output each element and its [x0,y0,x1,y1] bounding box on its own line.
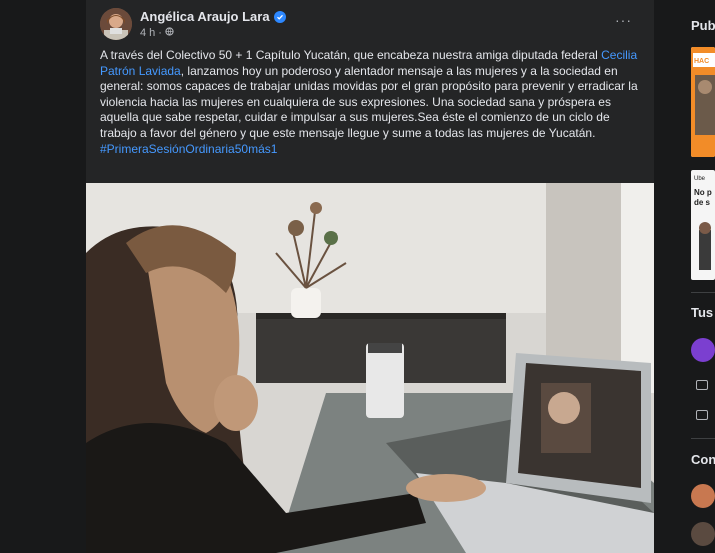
notification-icon[interactable] [696,410,708,420]
facebook-feed: Angélica Araujo Lara 4 h · ··· A través … [0,0,715,553]
author-name[interactable]: Angélica Araujo Lara [140,9,270,24]
hashtag-link[interactable]: #PrimeraSesiónOrdinaria50más1 [100,142,277,156]
birthdays-title: Tus [691,305,714,320]
author-name-row: Angélica Araujo Lara [140,9,286,24]
post-card: Angélica Araujo Lara 4 h · ··· A través … [86,0,654,553]
sponsored-ad-2[interactable]: Ube No p de s [691,170,715,280]
sidebar-divider-2 [691,438,715,439]
contacts-title: Con [691,452,715,467]
page-avatar[interactable] [691,338,715,362]
right-sidebar: Pub HAC Ube No p de s Tus Con [686,0,715,553]
post-meta: 4 h · [140,27,174,39]
sponsored-title: Pub [691,18,715,33]
author-avatar[interactable] [100,8,132,40]
post-time[interactable]: 4 h [140,27,155,39]
post-header: Angélica Araujo Lara 4 h · ··· [100,8,640,40]
verified-badge-icon [273,10,286,23]
megaphone-icon[interactable] [696,380,708,390]
ad2-line-2: No p [694,188,712,197]
globe-icon [165,27,174,39]
more-options-icon[interactable]: ··· [615,12,632,28]
ad1-label: HAC [694,58,709,65]
contact-avatar[interactable] [691,484,715,508]
ad2-line-1: Ube [694,176,706,182]
post-body-intro: A través del Colectivo 50 + 1 Capítulo Y… [100,48,602,62]
sponsored-ad-1[interactable]: HAC [691,47,715,157]
post-body-rest: , lanzamos hoy un poderoso y alentador m… [100,63,638,140]
post-body: A través del Colectivo 50 + 1 Capítulo Y… [100,48,640,157]
post-photo[interactable] [86,183,654,553]
sidebar-divider [691,292,715,293]
contact-avatar[interactable] [691,522,715,546]
ad2-line-3: de s [694,198,711,207]
